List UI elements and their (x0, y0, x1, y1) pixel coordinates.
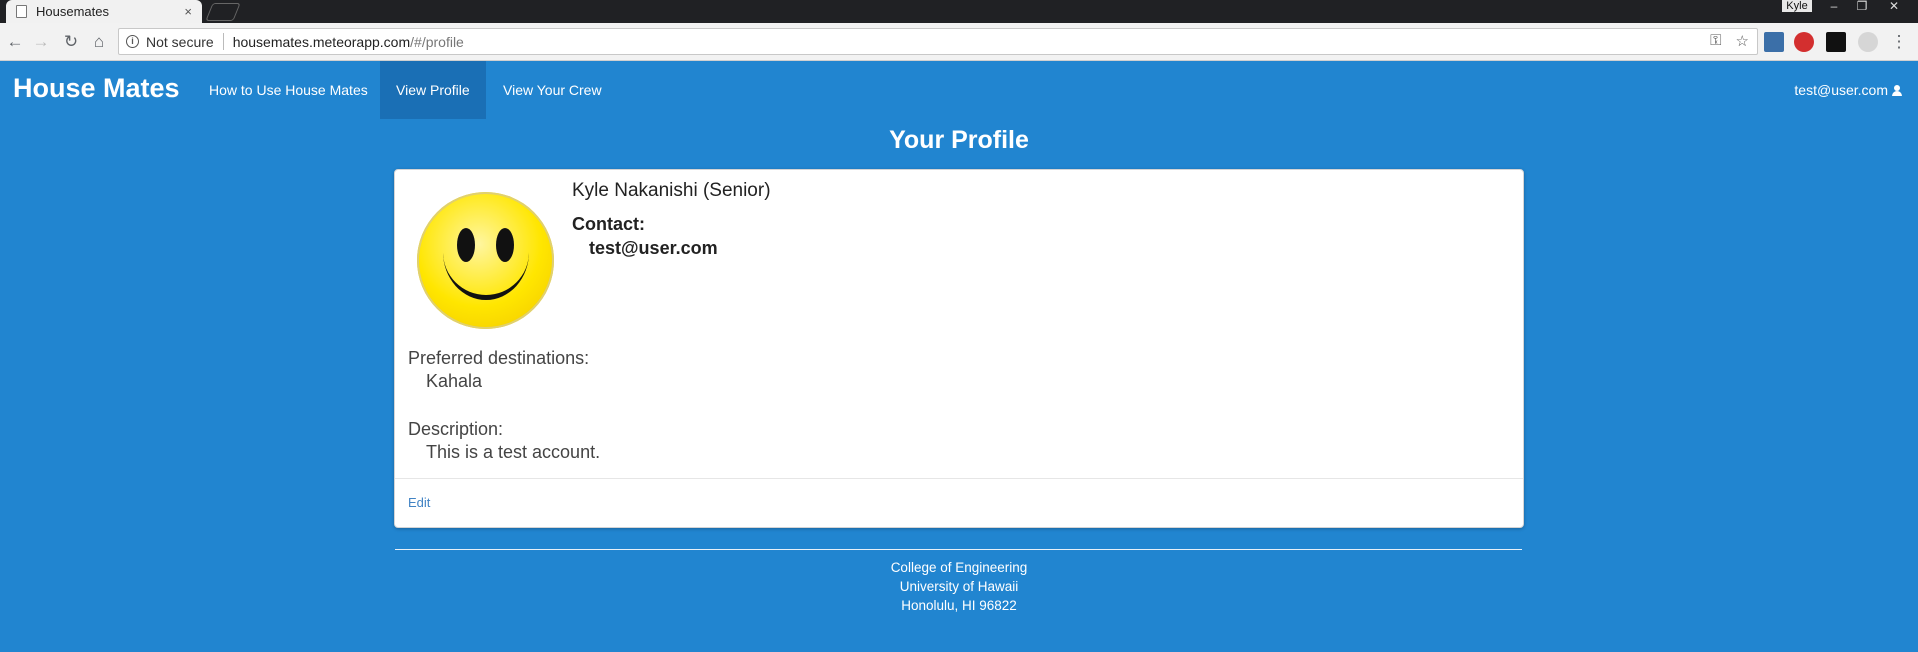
back-icon[interactable]: ← (4, 31, 26, 53)
user-email[interactable]: test@user.com (1794, 61, 1888, 119)
nav-view-your-crew[interactable]: View Your Crew (487, 61, 618, 119)
destinations-label: Preferred destinations: (408, 348, 590, 368)
footer-divider (395, 549, 1522, 550)
tab-title: Housemates (36, 4, 109, 19)
url-path[interactable]: /#/profile (410, 34, 464, 50)
restore-icon[interactable]: ❐ (1848, 0, 1876, 14)
brand-logo[interactable]: House Mates (13, 73, 180, 104)
contact-email: test@user.com (589, 238, 718, 258)
browser-toolbar: ← → ↻ ⌂ i Not secure housemates.meteorap… (0, 23, 1918, 61)
info-icon[interactable]: i (126, 35, 139, 48)
edit-profile-link[interactable]: Edit (408, 495, 430, 510)
footer-line-address: Honolulu, HI 96822 (901, 598, 1017, 613)
close-window-icon[interactable]: ✕ (1880, 0, 1908, 14)
nav-view-profile[interactable]: View Profile (380, 61, 486, 119)
user-menu[interactable]: test@user.com (1794, 61, 1902, 119)
forward-icon[interactable]: → (30, 31, 52, 53)
security-label[interactable]: Not secure (146, 34, 214, 50)
browser-profile-chip[interactable]: Kyle (1782, 0, 1812, 12)
card-divider (395, 478, 1523, 479)
new-tab-button[interactable] (205, 3, 241, 21)
footer: College of Engineering University of Haw… (0, 558, 1918, 615)
page-title: Your Profile (889, 126, 1029, 154)
profile-card: Kyle Nakanishi (Senior) Contact: test@us… (394, 169, 1524, 528)
browser-tab[interactable]: Housemates × (6, 0, 202, 23)
profile-name: Kyle Nakanishi (Senior) (572, 180, 771, 201)
omnibox-separator (222, 33, 224, 50)
home-icon[interactable]: ⌂ (88, 31, 110, 53)
footer-line-university: University of Hawaii (899, 579, 1019, 594)
address-bar[interactable]: i Not secure housemates.meteorapp.com /#… (118, 28, 1758, 55)
minimize-icon[interactable]: – (1820, 0, 1848, 14)
nav-how-to-use[interactable]: How to Use House Mates (193, 61, 384, 119)
destinations-value: Kahala (426, 371, 483, 391)
key-icon[interactable]: ⚿ (1710, 32, 1721, 50)
bookmark-star-icon[interactable]: ☆ (1736, 32, 1749, 50)
pen-extension-icon[interactable] (1764, 32, 1784, 52)
app-navbar: House Mates How to Use House Mates View … (0, 61, 1918, 119)
user-icon (1892, 84, 1902, 96)
avatar-mouth (443, 252, 529, 300)
description-value: This is a test account. (426, 442, 601, 462)
ka-extension-icon[interactable] (1826, 32, 1846, 52)
page-icon (16, 5, 27, 18)
circle-extension-icon[interactable] (1858, 32, 1878, 52)
close-tab-icon[interactable]: × (184, 4, 192, 19)
smiley-face-avatar (417, 192, 554, 329)
contact-label: Contact: (572, 214, 645, 234)
browser-tab-strip: Housemates × Kyle – ❐ ✕ (0, 0, 1918, 23)
reload-icon[interactable]: ↻ (60, 31, 82, 53)
browser-menu-icon[interactable]: ⋮ (1888, 31, 1910, 53)
description-label: Description: (408, 419, 504, 439)
adblock-extension-icon[interactable] (1794, 32, 1814, 52)
url-host[interactable]: housemates.meteorapp.com (233, 34, 410, 50)
footer-line-college: College of Engineering (890, 560, 1028, 575)
